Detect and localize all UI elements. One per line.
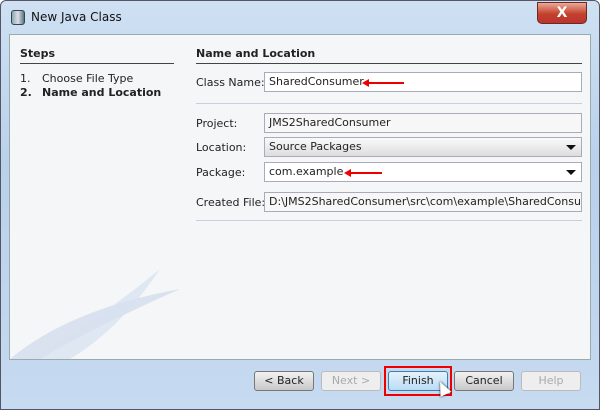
package-label: Package: [196,166,246,179]
step-1: 1. Choose File Type [20,72,134,85]
decorative-swoosh [10,269,180,359]
chevron-down-icon [566,145,576,150]
red-arrow-annotation [362,79,404,87]
class-name-input[interactable]: SharedConsumer [264,72,582,92]
dialog-title: New Java Class [31,10,122,24]
chevron-down-icon [566,170,576,175]
separator [196,220,582,221]
project-field: JMS2SharedConsumer [264,113,582,133]
created-file-field: D:\JMS2SharedConsumer\src\com\example\Sh… [264,192,582,212]
step-2-current: 2. Name and Location [20,86,162,99]
class-name-label: Class Name: [196,76,265,89]
form-heading: Name and Location [196,47,582,64]
java-class-icon [11,10,25,25]
location-dropdown[interactable]: Source Packages [264,137,582,157]
help-button[interactable]: Help [521,371,581,391]
cancel-button[interactable]: Cancel [454,371,514,391]
location-label: Location: [196,141,247,154]
back-button[interactable]: < Back [254,371,314,391]
created-file-label: Created File: [196,196,266,209]
steps-heading: Steps [20,47,174,64]
project-label: Project: [196,117,238,130]
red-arrow-annotation [344,169,382,177]
dialog-window: New Java Class X Steps 1. Choose File Typ… [0,0,600,410]
wizard-panel: Steps 1. Choose File Type 2. Name and Loca… [9,34,591,360]
package-dropdown[interactable]: com.example [264,162,582,182]
separator [196,103,582,104]
close-button[interactable]: X [537,2,587,24]
next-button[interactable]: Next > [321,371,381,391]
